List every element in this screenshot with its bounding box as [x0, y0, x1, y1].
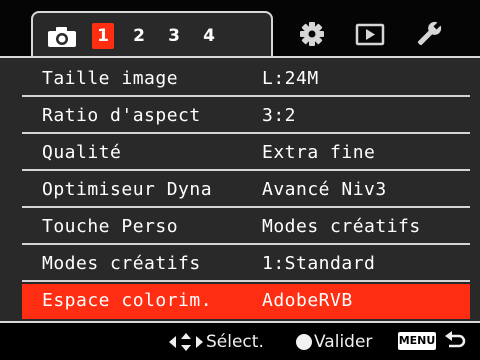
menu-item-value: Avancé Niv3: [262, 179, 387, 200]
menu-item-value: 1:Standard: [262, 253, 376, 274]
menu-list: Taille image L:24M Ratio d'aspect 3:2 Qu…: [0, 56, 480, 323]
menu-item-value: L:24M: [262, 68, 319, 89]
tab-camera-settings[interactable]: 1 2 3 4: [31, 11, 273, 58]
center-button-icon: [296, 334, 312, 350]
menu-item-label: Qualité: [42, 142, 122, 163]
menu-item-value: 3:2: [262, 105, 297, 126]
menu-item-value: Extra fine: [262, 142, 376, 163]
camera-icon: [48, 27, 76, 47]
menu-item-value: Modes créatifs: [262, 216, 421, 237]
wrench-icon[interactable]: [414, 21, 444, 47]
page-tab-2[interactable]: 2: [128, 23, 150, 49]
page-tab-4[interactable]: 4: [198, 23, 220, 49]
dpad-icon: [169, 333, 203, 351]
menu-item-creative-modes[interactable]: Modes créatifs 1:Standard: [22, 247, 470, 282]
menu-item-label: Modes créatifs: [42, 253, 201, 274]
menu-item-label: Ratio d'aspect: [42, 105, 201, 126]
select-hint: Sélect.: [206, 332, 264, 352]
confirm-hint: Valider: [314, 332, 373, 352]
menu-item-custom-button[interactable]: Touche Perso Modes créatifs: [22, 210, 470, 245]
button-guide: Sélect. Valider MENU: [0, 323, 480, 360]
gear-icon[interactable]: [297, 21, 327, 47]
playback-icon[interactable]: [355, 21, 385, 47]
return-icon: [445, 331, 466, 348]
tab-bar: 1 2 3 4: [0, 0, 480, 58]
menu-item-aspect-ratio[interactable]: Ratio d'aspect 3:2: [22, 99, 470, 134]
menu-item-value: AdobeRVB: [262, 290, 353, 311]
menu-item-quality[interactable]: Qualité Extra fine: [22, 136, 470, 171]
menu-item-dynamic-optimizer[interactable]: Optimiseur Dyna Avancé Niv3: [22, 173, 470, 208]
menu-item-image-size[interactable]: Taille image L:24M: [22, 62, 470, 97]
page-tab-1[interactable]: 1: [92, 23, 114, 49]
menu-item-label: Taille image: [42, 68, 179, 89]
menu-item-color-space[interactable]: Espace colorim. AdobeRVB: [22, 284, 470, 319]
menu-item-label: Optimiseur Dyna: [42, 179, 213, 200]
menu-button-icon: MENU: [398, 332, 436, 350]
page-tab-3[interactable]: 3: [163, 23, 185, 49]
menu-item-label: Touche Perso: [42, 216, 179, 237]
menu-item-label: Espace colorim.: [42, 290, 213, 311]
